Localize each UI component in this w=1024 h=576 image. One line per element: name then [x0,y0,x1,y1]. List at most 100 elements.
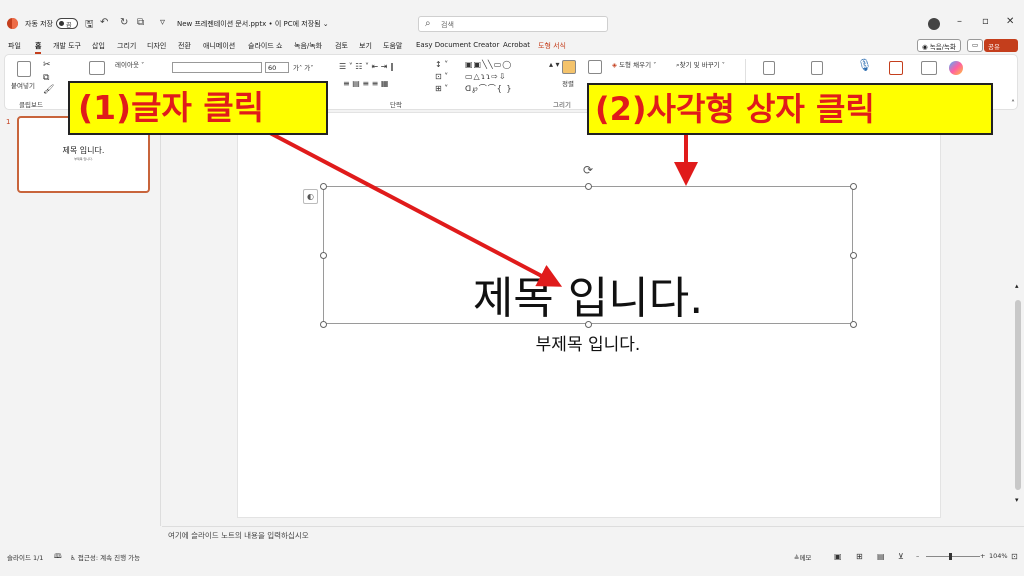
callout-click-text: (1)글자 클릭 [68,81,328,135]
resize-handle[interactable] [850,183,857,190]
file-name[interactable]: New 프레젠테이션 문서.pptx • 이 PC에 저장됨 ⌄ [177,19,329,29]
cut-icon[interactable]: ✂ [43,60,51,70]
layout-options-icon[interactable]: ◐ [303,189,318,204]
add-ins-icon[interactable] [921,61,937,75]
autosave-label: 자동 저장 [25,20,53,28]
zoom-slider[interactable] [926,556,980,557]
comments-icon[interactable]: ▭ [967,39,984,52]
save-icon[interactable]: 🖫 [85,17,94,34]
tab-slideshow[interactable]: 슬라이드 쇼 [248,41,282,51]
tab-draw[interactable]: 그리기 [117,41,136,51]
resize-handle[interactable] [585,183,592,190]
arrange-button[interactable]: 정렬 [562,78,574,88]
drawing-group-label: 그리기 [553,101,571,109]
find-replace-button[interactable]: ⌕찾기 및 바꾸기 ˅ [676,59,725,70]
grow-font-icon[interactable]: 가˄ 가˅ [293,62,314,72]
minimize-icon[interactable]: – [957,16,962,27]
shapes-gallery[interactable]: ▣▣╲╲▭◯ ▭△ɿɿ⇨⇩ ᗡ℘⌒⌒{ } [465,59,547,97]
zoom-out-icon[interactable]: – [916,552,919,560]
slide-counter: 슬라이드 1/1 [7,554,44,562]
spelling-icon[interactable]: 🕮 [54,552,62,563]
dictate-icon[interactable]: 🎙 [857,58,872,72]
zoom-level[interactable]: 104% [989,552,1008,560]
share-label: 공유 [988,43,1000,51]
maximize-icon[interactable]: ▫ [982,16,989,27]
find-replace-label: 찾기 및 바꾸기 ˅ [679,61,725,69]
tab-record[interactable]: 녹음/녹화 [294,41,322,51]
search-icon: ⌕ [425,18,431,29]
new-slide-icon[interactable] [89,61,105,75]
arrange-icon[interactable] [562,60,576,74]
scroll-up-icon[interactable]: ▴ [1015,282,1019,290]
copy-icon[interactable]: ⧉ [43,73,49,83]
tab-shape-format[interactable]: 도형 서식 [538,41,566,51]
copilot-icon[interactable] [949,61,963,75]
resize-handle[interactable] [320,183,327,190]
slide-number: 1 [6,118,11,126]
tab-developer[interactable]: 개발 도구 [53,41,81,51]
rotate-handle-icon[interactable]: ⟳ [583,163,593,177]
collapse-ribbon-icon[interactable]: ˄ [1011,99,1015,108]
format-painter-icon[interactable]: 🖌 [43,85,54,95]
avatar[interactable] [928,18,940,30]
paste-icon[interactable] [17,61,31,77]
tab-animations[interactable]: 애니메이션 [203,41,235,51]
normal-view-icon[interactable]: ▣ [834,552,842,561]
title-bar: 자동 저장 끔 🖫 ↶ ↻ ⧉ ▿ New 프레젠테이션 문서.pptx • 이… [0,13,1024,35]
accessibility-icon: ♿ [70,554,76,562]
fit-to-window-icon[interactable]: ⊡ [1011,552,1018,561]
panel-divider[interactable] [160,112,161,526]
bullets-icon[interactable]: ☰ ˅ ☷ ˅ ⇤ ⇥ ‖ [339,62,394,71]
tab-design[interactable]: 디자인 [147,41,166,51]
quick-styles-icon[interactable] [588,60,602,74]
shape-fill-button[interactable]: ◈ 도형 채우기 ˅ [612,59,656,69]
tab-review[interactable]: 검토 [335,41,348,51]
close-icon[interactable]: ✕ [1006,16,1014,27]
share-pdf-icon[interactable] [811,61,823,75]
create-pdf-icon[interactable] [763,61,775,75]
undo-icon[interactable]: ↶ [100,17,108,28]
font-family-select[interactable] [172,62,262,73]
zoom-in-icon[interactable]: + [980,552,985,560]
notes-toggle[interactable]: ≜메모 [794,552,811,562]
callout-click-box: (2)사각형 상자 클릭 [587,83,993,135]
tab-insert[interactable]: 삽입 [92,41,105,51]
record-button[interactable]: ◉ 녹음/녹화 [917,39,961,52]
share-button[interactable]: 공유 [984,39,1018,52]
autosave-toggle[interactable]: 끔 [56,18,78,29]
present-icon[interactable]: ⧉ [137,17,144,28]
smartart-icon[interactable]: ⊞ ˅ [435,84,448,93]
tab-view[interactable]: 보기 [359,41,372,51]
notes-field[interactable]: 여기에 슬라이드 노트의 내용을 입력하십시오 [162,528,1024,544]
resize-handle[interactable] [850,252,857,259]
font-size-select[interactable]: 60 [265,62,289,73]
slideshow-view-icon[interactable]: ⊻ [898,552,904,561]
redo-icon[interactable]: ↻ [120,17,128,28]
tab-help[interactable]: 도움말 [383,41,402,51]
slide-title[interactable]: 제목 입니다. [323,262,853,326]
paint-bucket-icon: ◈ [612,61,617,69]
slide-subtitle[interactable]: 부제목 입니다. [323,330,853,355]
customize-qat-icon[interactable]: ▿ [160,17,165,28]
resize-handle[interactable] [320,252,327,259]
scroll-down-icon[interactable]: ▾ [1015,496,1019,504]
align-icons[interactable]: ≡ ▤ ≡ ≡ ▦ [343,79,388,88]
tab-easy-document-creator[interactable]: Easy Document Creator [416,41,499,49]
notes-divider[interactable] [162,526,1024,527]
tab-file[interactable]: 파일 [8,41,21,51]
search-input[interactable]: ⌕ 검색 [418,16,608,32]
tab-acrobat[interactable]: Acrobat [503,41,530,49]
align-text-icon[interactable]: ⊡ ˅ [435,72,448,81]
clipboard-group-label: 클립보드 [19,101,43,109]
vertical-scrollbar[interactable] [1015,300,1021,490]
slide-sorter-icon[interactable]: ⊞ [856,552,863,561]
designer-icon[interactable] [889,61,903,75]
accessibility-status[interactable]: ♿ 접근성: 계속 진행 가능 [70,552,140,562]
tab-transitions[interactable]: 전환 [178,41,191,51]
layout-button[interactable]: 레이아웃 ˅ [115,59,144,69]
paste-button[interactable]: 붙여넣기 [11,80,35,90]
zoom-slider-thumb[interactable] [949,553,952,560]
text-direction-icon[interactable]: ↕ ˅ [435,60,448,69]
tab-home[interactable]: 홈 [35,41,42,54]
reading-view-icon[interactable]: ▤ [877,552,885,561]
